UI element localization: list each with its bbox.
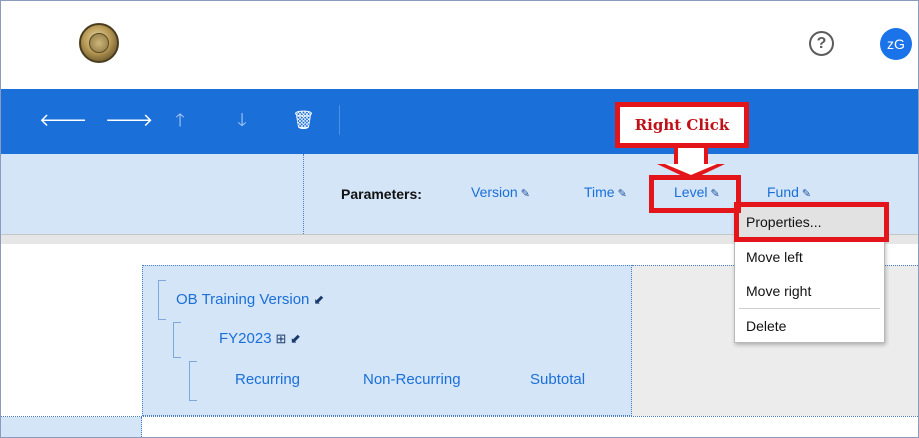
menu-item-move-right[interactable]: Move right [735,274,884,308]
callout-arrow-inner [665,164,717,175]
row-header-label: OB Training Version [176,291,310,308]
seal-logo [79,23,119,63]
top-header: ? zG [1,1,918,89]
help-icon[interactable]: ? [809,31,834,56]
drill-icon: ⬋ [313,292,325,307]
level2-bracket [173,322,181,358]
row-header-subtotal[interactable]: Subtotal [530,371,585,388]
right-click-callout: Right Click [615,102,749,148]
callout-arrow-stem [674,147,708,165]
row-header-non-recurring[interactable]: Non-Recurring [363,371,461,388]
arrow-left-icon[interactable]: 🡐 [39,109,87,131]
pane-divider[interactable] [303,154,304,234]
callout-text: Right Click [634,116,730,134]
pin-icon: ✎ [520,188,530,200]
row-header-fy2023[interactable]: FY2023 ⊞ ⬋ [219,330,301,347]
app-window: ? zG 🡐 🡒 🡑 🡓 🗑 Parameters: Version ✎ Time… [0,0,919,438]
param-label: Time [584,184,615,200]
param-time[interactable]: Time ✎ [584,184,627,200]
parameters-label: Parameters: [341,186,422,202]
param-label: Fund [767,184,799,200]
trash-icon[interactable]: 🗑 [292,109,315,131]
level1-bracket [158,280,166,320]
menu-item-delete[interactable]: Delete [735,309,884,343]
row-header-version[interactable]: OB Training Version ⬋ [176,291,324,308]
arrow-right-icon[interactable]: 🡒 [105,109,153,131]
row-header-recurring[interactable]: Recurring [235,371,300,388]
hierarchy-icon: ⊞ ⬋ [275,331,301,346]
pin-icon: ✎ [617,188,627,200]
param-fund[interactable]: Fund ✎ [767,184,811,200]
row-header-label: FY2023 [219,330,272,347]
param-label: Version [471,184,518,200]
level-highlight-box [649,175,741,213]
arrow-down-icon[interactable]: 🡓 [231,109,253,131]
menu-item-move-left[interactable]: Move left [735,240,884,274]
pin-icon: ✎ [801,188,812,200]
properties-highlight-box [734,202,889,242]
toolbar-divider [339,105,340,135]
row-headers-area [142,265,632,416]
corner-cell [1,417,142,437]
user-avatar[interactable]: zG [880,28,912,60]
param-version[interactable]: Version ✎ [471,184,530,200]
toolbar: 🡐 🡒 🡑 🡓 🗑 [1,89,918,154]
arrow-up-icon[interactable]: 🡑 [169,109,191,131]
level3-bracket [189,361,197,401]
